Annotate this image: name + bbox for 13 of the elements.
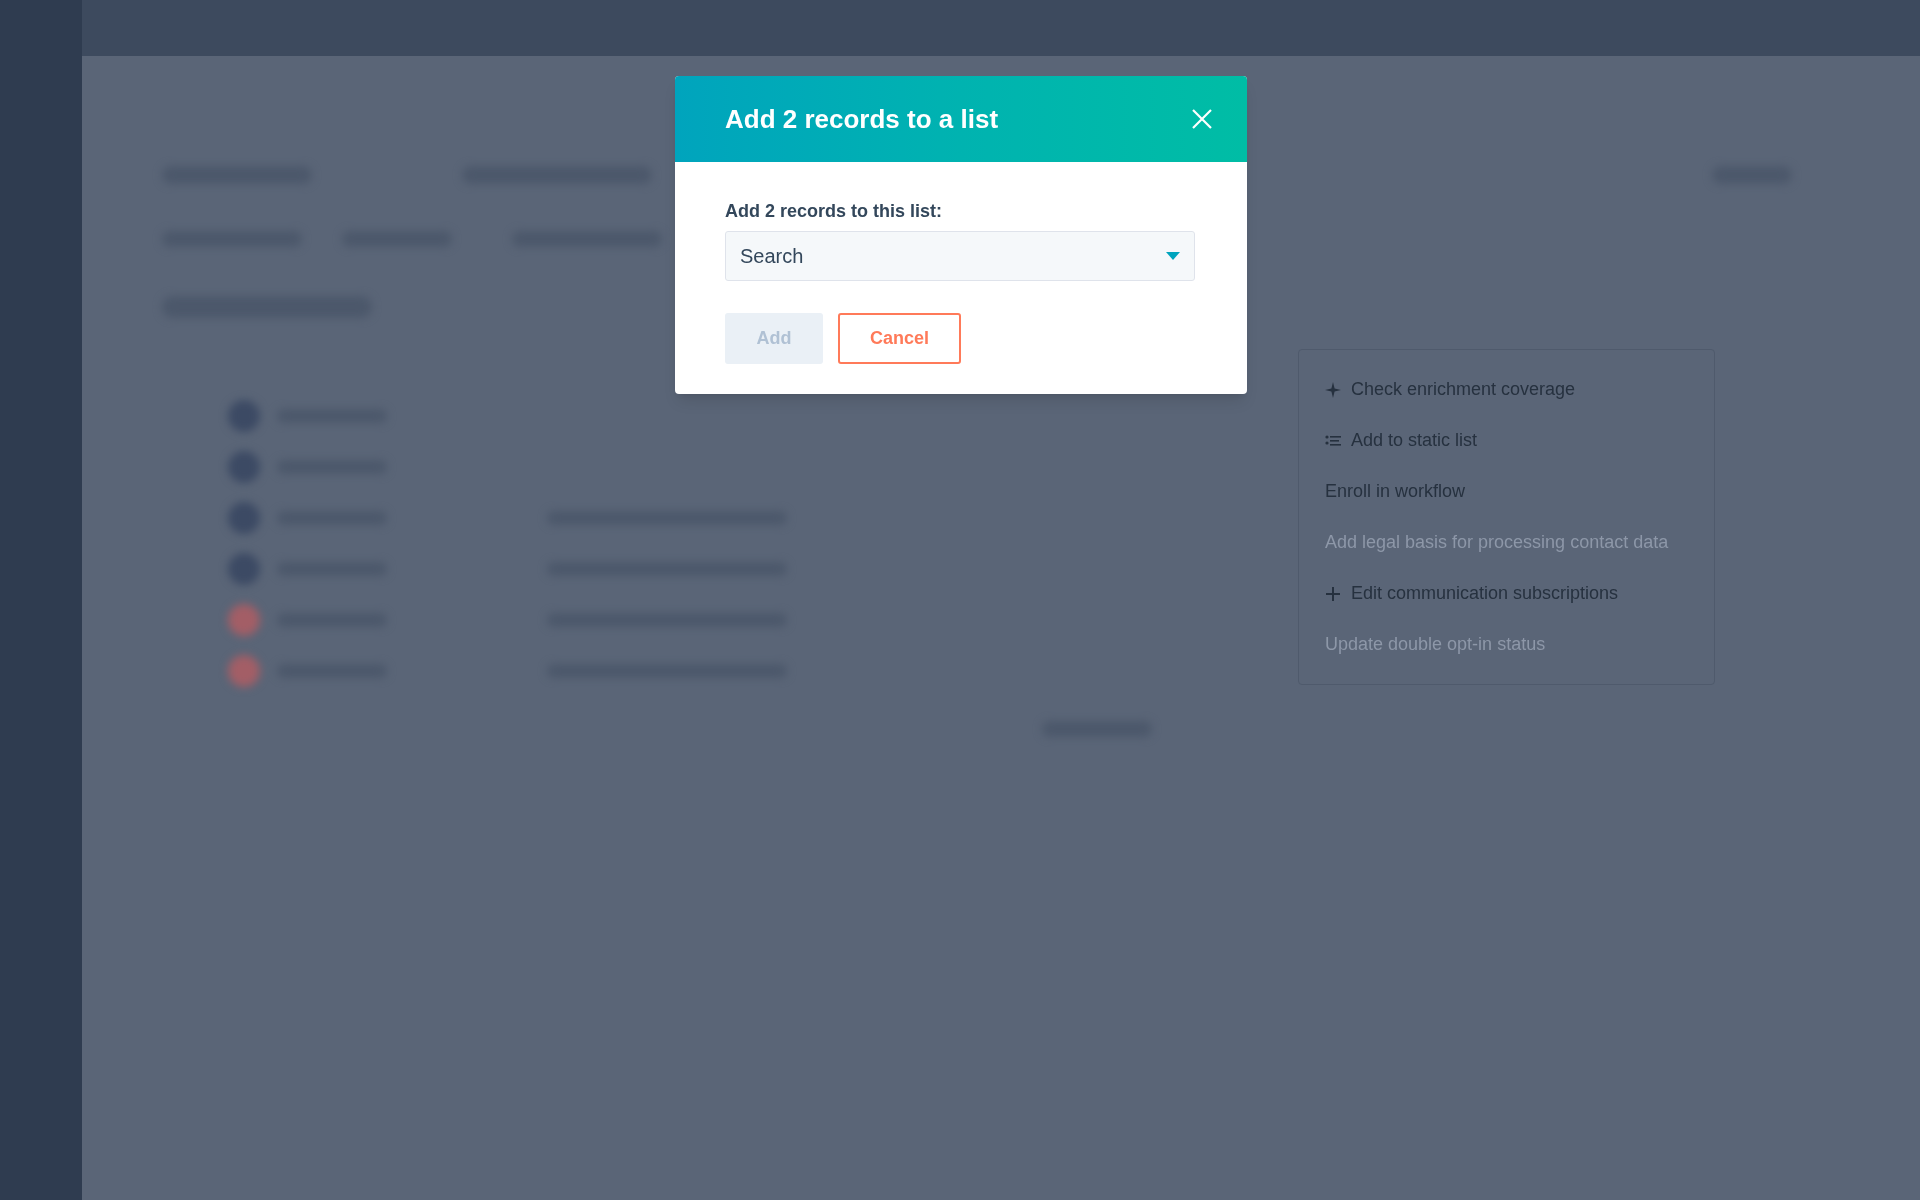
menu-item[interactable]: Edit communication subscriptions	[1299, 568, 1714, 619]
cancel-button[interactable]: Cancel	[838, 313, 962, 364]
menu-item[interactable]: Check enrichment coverage	[1299, 364, 1714, 415]
close-icon	[1192, 109, 1212, 129]
sparkle-icon	[1325, 381, 1341, 398]
list-icon	[1325, 433, 1341, 448]
caret-icon	[1166, 252, 1180, 260]
field-label: Add 2 records to this list:	[725, 200, 944, 223]
dialog-title: Add 2 records to a list	[725, 102, 999, 136]
plus-icon	[1325, 585, 1341, 602]
menu-item[interactable]: Add to static list	[1299, 415, 1714, 466]
list-select[interactable]: Search	[725, 231, 1195, 281]
menu-item[interactable]: Enroll in workflow	[1299, 466, 1714, 517]
